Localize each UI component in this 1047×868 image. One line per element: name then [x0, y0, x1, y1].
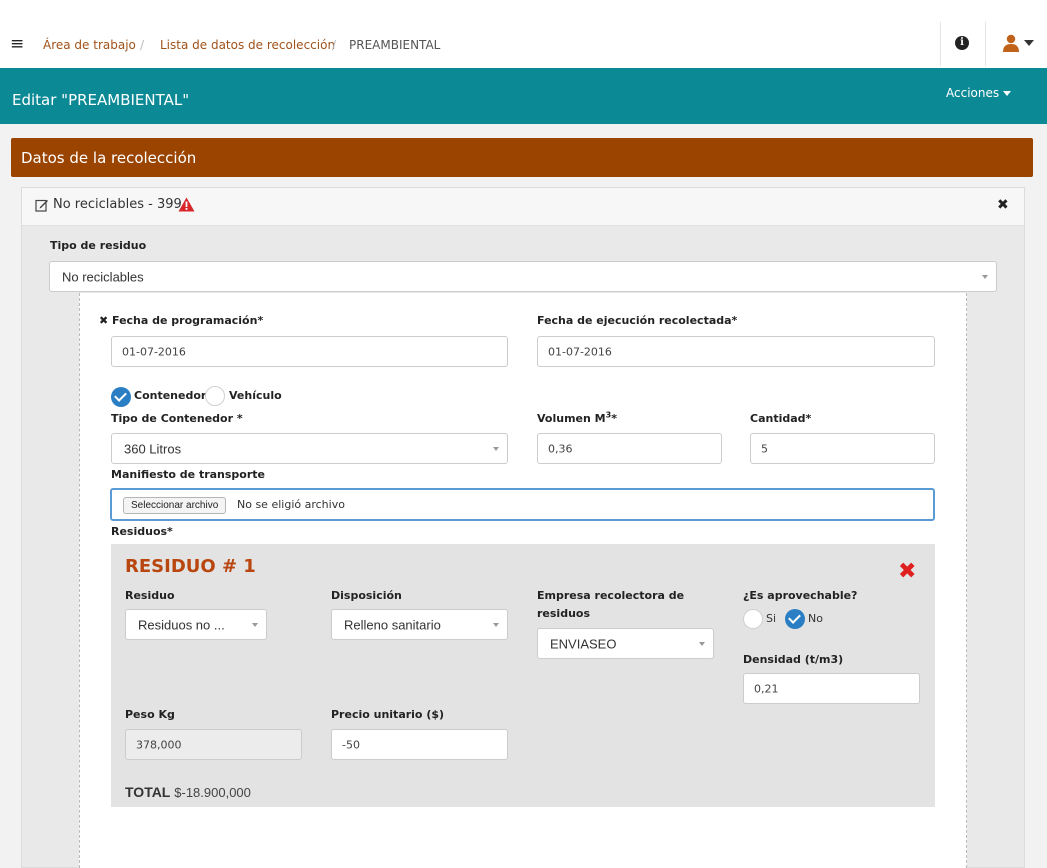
waste-type-select[interactable]: No reciclables	[49, 261, 997, 292]
volume-label-required: *	[611, 412, 617, 425]
density-input[interactable]: 0,21	[743, 673, 920, 704]
vehicle-radio[interactable]	[205, 386, 225, 406]
user-menu-caret-icon[interactable]	[1024, 40, 1034, 46]
total: TOTAL $-18.900,000	[125, 783, 251, 802]
waste-type-label: Tipo de residuo	[50, 239, 147, 252]
scheduled-date-input[interactable]: 01-07-2016	[111, 336, 508, 367]
breadcrumb-separator: /	[332, 38, 337, 52]
chevron-down-icon	[699, 641, 705, 646]
density-label: Densidad (t/m3)	[743, 653, 844, 666]
quantity-input[interactable]: 5	[750, 433, 935, 464]
delete-icon[interactable]: ✖	[898, 560, 916, 584]
recoverable-no-label: No	[808, 612, 823, 625]
recoverable-no-radio[interactable]	[785, 609, 805, 629]
disposal-value: Relleno sanitario	[344, 617, 441, 632]
waste-label: Residuo	[125, 589, 175, 602]
quantity-label: Cantidad*	[750, 412, 812, 425]
chevron-down-icon	[493, 446, 499, 451]
breadcrumb-workspace[interactable]: Área de trabajo	[43, 37, 136, 53]
weight-value: 378,000	[136, 738, 182, 751]
file-status: No se eligió archivo	[237, 498, 345, 511]
select-file-button[interactable]: Seleccionar archivo	[123, 497, 227, 514]
execution-date-input[interactable]: 01-07-2016	[537, 336, 935, 367]
wastes-label: Residuos*	[111, 525, 173, 538]
total-label: TOTAL	[125, 784, 171, 800]
card-title: No reciclables - 399	[53, 197, 182, 212]
chevron-down-icon	[982, 274, 988, 279]
density-value: 0,21	[754, 682, 779, 695]
divider	[940, 22, 941, 66]
edit-icon	[35, 199, 48, 212]
actions-label: Acciones	[946, 86, 1000, 100]
volume-input[interactable]: 0,36	[537, 433, 722, 464]
volume-label-text: Volumen M	[537, 412, 606, 425]
disposal-select[interactable]: Relleno sanitario	[331, 609, 508, 640]
chevron-down-icon	[252, 622, 258, 627]
disposal-label: Disposición	[331, 589, 402, 602]
recoverable-yes-radio[interactable]	[743, 609, 763, 629]
scheduled-date-label: Fecha de programación*	[112, 314, 264, 327]
hamburger-icon[interactable]: ≡	[10, 34, 24, 54]
waste-item-title: RESIDUO # 1	[125, 556, 256, 577]
chevron-down-icon	[493, 622, 499, 627]
collector-company-value: ENVIASEO	[550, 636, 617, 651]
transport-manifest-label: Manifiesto de transporte	[111, 468, 265, 481]
weight-input: 378,000	[125, 729, 302, 760]
execution-date-value: 01-07-2016	[548, 345, 612, 358]
container-type-label: Tipo de Contenedor *	[111, 412, 243, 425]
breadcrumb-separator: /	[140, 38, 145, 52]
info-icon[interactable]: i	[955, 36, 969, 50]
page-title: Editar "PREAMBIENTAL"	[12, 91, 190, 109]
volume-label: Volumen M3*	[537, 411, 617, 426]
container-radio-label: Contenedor	[134, 389, 207, 402]
recoverable-yes-label: Si	[766, 612, 777, 625]
unit-price-label: Precio unitario ($)	[331, 708, 445, 721]
user-icon[interactable]	[1001, 33, 1021, 53]
clear-icon[interactable]: ✖	[99, 314, 108, 328]
execution-date-label: Fecha de ejecución recolectada*	[537, 314, 738, 327]
breadcrumb-collection-list[interactable]: Lista de datos de recolección	[160, 37, 335, 53]
waste-type-value: No reciclables	[62, 269, 144, 284]
scheduled-date-value: 01-07-2016	[122, 345, 186, 358]
unit-price-value: -50	[342, 738, 360, 751]
actions-dropdown[interactable]: Acciones	[946, 85, 1012, 101]
quantity-value: 5	[761, 442, 768, 455]
volume-value: 0,36	[548, 442, 573, 455]
chevron-down-icon	[1003, 91, 1012, 96]
total-value: $-18.900,000	[174, 785, 251, 800]
close-icon[interactable]: ✖	[997, 196, 1009, 214]
weight-label: Peso Kg	[125, 708, 175, 721]
breadcrumb-current: PREAMBIENTAL	[349, 38, 441, 52]
container-radio[interactable]	[111, 387, 131, 407]
section-title: Datos de la recolección	[21, 149, 197, 167]
waste-value: Residuos no ...	[138, 617, 225, 632]
warning-icon	[178, 197, 195, 212]
top-bar	[0, 0, 1047, 68]
divider	[985, 22, 986, 66]
container-type-value: 360 Litros	[124, 441, 182, 456]
collector-company-label-line2: residuos	[537, 607, 591, 620]
vehicle-radio-label: Vehículo	[229, 389, 282, 402]
waste-select[interactable]: Residuos no ...	[125, 609, 267, 640]
recoverable-label: ¿Es aprovechable?	[743, 589, 858, 602]
container-type-select[interactable]: 360 Litros	[111, 433, 508, 464]
transport-manifest-file-input[interactable]	[110, 488, 935, 521]
unit-price-input[interactable]: -50	[331, 729, 508, 760]
collector-company-label-line1: Empresa recolectora de	[537, 589, 685, 602]
collector-company-select[interactable]: ENVIASEO	[537, 628, 714, 659]
